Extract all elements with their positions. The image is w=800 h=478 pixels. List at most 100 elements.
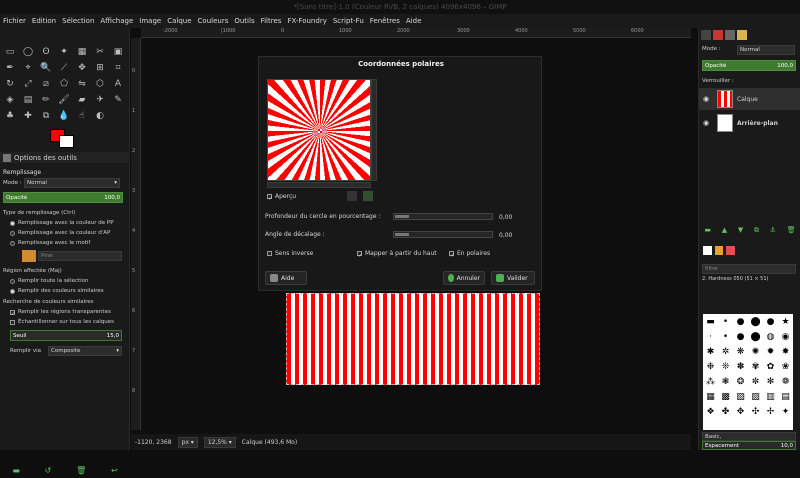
- menu-affichage[interactable]: Affichage: [100, 17, 133, 25]
- brush-item[interactable]: ✲: [718, 344, 733, 359]
- menu-fichier[interactable]: Fichier: [3, 17, 26, 25]
- undo-tab-icon[interactable]: [737, 30, 747, 40]
- brushes-tab-icon[interactable]: [703, 246, 712, 255]
- brush-item[interactable]: ⬤: [748, 314, 763, 329]
- eraser-tool-icon[interactable]: ▰: [73, 92, 91, 108]
- flip-tool-icon[interactable]: ⇋: [73, 76, 91, 92]
- image-canvas-stripes[interactable]: [286, 293, 540, 385]
- brush-item[interactable]: ▤: [778, 389, 793, 404]
- perspective-clone-tool-icon[interactable]: ⧉: [37, 108, 55, 124]
- brush-item[interactable]: ⁂: [703, 374, 718, 389]
- scale-tool-icon[interactable]: ⤢: [19, 76, 37, 92]
- brush-item[interactable]: ✼: [748, 374, 763, 389]
- patterns-tab-icon[interactable]: [714, 246, 724, 255]
- brush-item[interactable]: ✾: [748, 359, 763, 374]
- blend-tool-icon[interactable]: ▤: [19, 92, 37, 108]
- area-similar-radio[interactable]: Remplir des couleurs similaires: [10, 288, 104, 294]
- brush-item[interactable]: ◉: [778, 329, 793, 344]
- area-whole-radio[interactable]: Remplir toute la sélection: [10, 278, 89, 284]
- brush-item[interactable]: ✣: [748, 404, 763, 419]
- background-color-swatch[interactable]: [59, 135, 74, 148]
- rotate-tool-icon[interactable]: ↻: [1, 76, 19, 92]
- brush-item[interactable]: ▥: [763, 389, 778, 404]
- brush-grid[interactable]: ▬ • ● ⬤ ● ★ · • ● ⬤ ◍ ◉ ✱ ✲ ❋ ✺ ✹ ✸ ❉ ❊ ✽ ✾ ✿ ❀ ⁂ ❃ ❂ ✼ ✻ ❁ ▦ ▩ ▧ ▨ ▥…: [703, 314, 793, 430]
- align-tool-icon[interactable]: ⊞: [91, 60, 109, 76]
- brush-preset-select[interactable]: Basic,: [702, 432, 796, 441]
- zoom-select[interactable]: 12,5% ▾: [203, 436, 236, 448]
- menu-couleurs[interactable]: Couleurs: [198, 17, 229, 25]
- move-tool-icon[interactable]: ✥: [73, 60, 91, 76]
- fillby-select[interactable]: Composite ▾: [48, 346, 122, 356]
- clone-tool-icon[interactable]: ♣: [1, 108, 19, 124]
- delete-options-icon[interactable]: 🗑: [76, 466, 86, 475]
- scissors-tool-icon[interactable]: ✂: [91, 44, 109, 60]
- new-layer-icon[interactable]: ▬: [704, 226, 711, 234]
- brush-item[interactable]: ✸: [778, 344, 793, 359]
- brush-item[interactable]: ▨: [748, 389, 763, 404]
- brush-item[interactable]: ◍: [763, 329, 778, 344]
- eye-icon[interactable]: ◉: [703, 119, 713, 127]
- heal-tool-icon[interactable]: ✚: [19, 108, 37, 124]
- navigate-preview-icon[interactable]: [363, 191, 373, 201]
- brush-item[interactable]: ✹: [763, 344, 778, 359]
- gradients-tab-icon[interactable]: [726, 246, 736, 255]
- menu-fenetres[interactable]: Fenêtres: [370, 17, 400, 25]
- sample-merged-checkbox[interactable]: Échantillonner sur tous les calques: [10, 319, 114, 325]
- paths-tab-icon[interactable]: [725, 30, 735, 40]
- brush-item[interactable]: ❃: [718, 374, 733, 389]
- foreground-select-tool-icon[interactable]: ▣: [109, 44, 127, 60]
- airbrush-tool-icon[interactable]: ✈: [91, 92, 109, 108]
- restore-options-icon[interactable]: ↺: [45, 466, 52, 475]
- paths-tool-icon[interactable]: ✒: [1, 60, 19, 76]
- brush-item[interactable]: ❊: [718, 359, 733, 374]
- reset-options-icon[interactable]: ↩: [111, 466, 118, 475]
- menu-fx-foundry[interactable]: FX-Foundry: [287, 17, 326, 25]
- angle-value[interactable]: 0,00: [499, 232, 512, 239]
- brush-item[interactable]: ▧: [733, 389, 748, 404]
- measure-tool-icon[interactable]: ⟋: [55, 60, 73, 76]
- brush-item[interactable]: ▬: [703, 314, 718, 329]
- zoom-tool-icon[interactable]: 🔍: [37, 60, 55, 76]
- preview-vscroll[interactable]: [371, 79, 377, 181]
- ellipse-select-tool-icon[interactable]: ◯: [19, 44, 37, 60]
- brush-item[interactable]: •: [718, 329, 733, 344]
- brush-item[interactable]: ✿: [763, 359, 778, 374]
- eye-icon[interactable]: ◉: [703, 95, 713, 103]
- layer-opacity-slider[interactable]: Opacité 100,0: [702, 60, 796, 71]
- zoom-preview-icon[interactable]: [347, 191, 357, 201]
- brush-filter-input[interactable]: filtre: [702, 264, 796, 274]
- layer-row[interactable]: ◉ Arrière-plan: [699, 112, 800, 134]
- dodge-tool-icon[interactable]: ◐: [91, 108, 109, 124]
- brush-item[interactable]: ✤: [718, 404, 733, 419]
- brush-item[interactable]: ❂: [733, 374, 748, 389]
- brush-item[interactable]: ✺: [748, 344, 763, 359]
- rect-select-tool-icon[interactable]: ▭: [1, 44, 19, 60]
- brush-item[interactable]: ✻: [763, 374, 778, 389]
- brush-item[interactable]: ●: [733, 329, 748, 344]
- brush-item[interactable]: ★: [778, 314, 793, 329]
- preview-hscroll[interactable]: [267, 182, 371, 188]
- brush-item[interactable]: ▩: [718, 389, 733, 404]
- blur-tool-icon[interactable]: 💧: [55, 108, 73, 124]
- channels-tab-icon[interactable]: [713, 30, 723, 40]
- shear-tool-icon[interactable]: ⧄: [37, 76, 55, 92]
- brush-item[interactable]: ✦: [778, 404, 793, 419]
- crop-tool-icon[interactable]: ⌗: [109, 60, 127, 76]
- fill-transparent-checkbox[interactable]: ✓ Remplir les régions transparentes: [10, 309, 111, 317]
- layer-mode-select[interactable]: Normal: [737, 45, 795, 55]
- spacing-slider[interactable]: Espacement 10,0: [702, 441, 796, 450]
- menu-aide[interactable]: Aide: [406, 17, 421, 25]
- brush-item[interactable]: ●: [763, 314, 778, 329]
- layers-tab-icon[interactable]: [701, 30, 711, 40]
- delete-layer-icon[interactable]: 🗑: [787, 226, 796, 234]
- brush-item[interactable]: ●: [733, 314, 748, 329]
- menu-selection[interactable]: Sélection: [62, 17, 94, 25]
- brush-item[interactable]: ❋: [733, 344, 748, 359]
- cancel-button[interactable]: Annuler: [443, 271, 485, 285]
- color-select-tool-icon[interactable]: ▦: [73, 44, 91, 60]
- perspective-tool-icon[interactable]: ⬠: [55, 76, 73, 92]
- pattern-swatch[interactable]: [22, 250, 36, 262]
- fill-fg-radio[interactable]: Remplissage avec la couleur de PP: [10, 220, 114, 226]
- opacity-slider[interactable]: Opacité 100,0: [3, 192, 123, 203]
- menu-filtres[interactable]: Filtres: [261, 17, 282, 25]
